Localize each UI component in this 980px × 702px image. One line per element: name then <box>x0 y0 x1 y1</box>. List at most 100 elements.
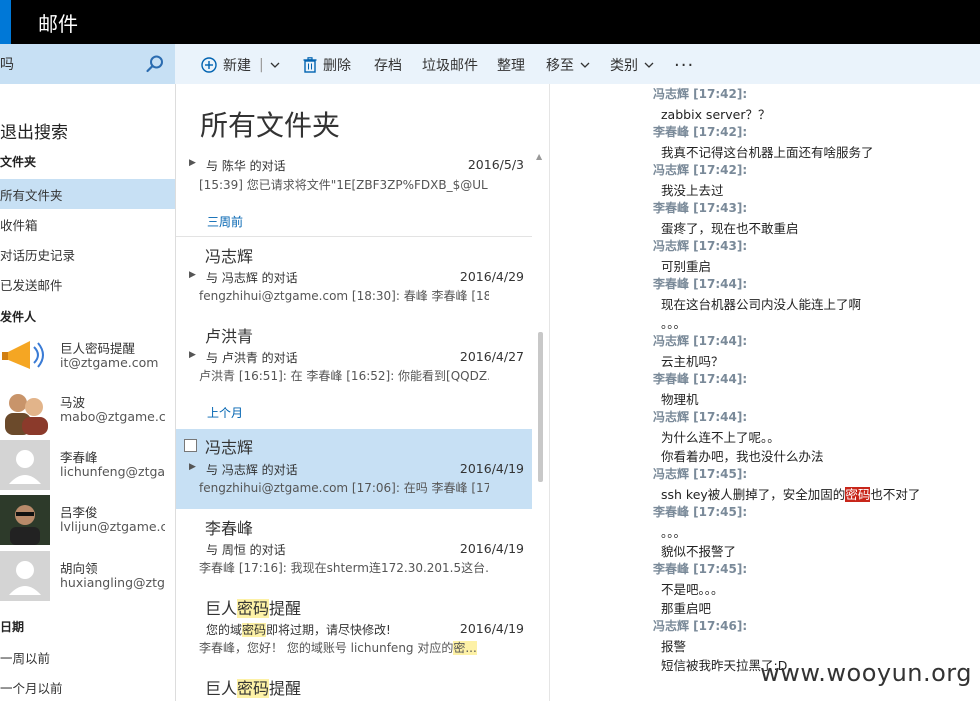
message-sender: 冯志辉 <box>205 438 254 457</box>
message-sender: 冯志辉 <box>205 247 254 266</box>
more-actions-button[interactable]: ... <box>674 50 694 71</box>
chat-message: ssh key被人删掉了，安全加固的密码也不对了 <box>661 487 921 502</box>
chat-message: 我真不记得这台机器上面还有啥服务了 <box>661 145 874 160</box>
message-date: 2016/5/3 <box>467 157 524 172</box>
chat-speaker: 冯志辉 [17:43]: <box>653 239 748 253</box>
chevron-down-icon <box>580 62 590 68</box>
sender-filter-item[interactable]: 李春峰 lichunfeng@ztgame.com <box>0 439 175 491</box>
new-dropdown-divider: | <box>259 57 264 73</box>
folders-header: 文件夹 <box>0 155 37 169</box>
chat-speaker: 冯志辉 [17:46]: <box>653 619 748 633</box>
sender-filter-item[interactable]: 吕李俊 lvlijun@ztgame.com <box>0 494 175 546</box>
list-item[interactable]: ▶ 与 陈华 的对话 2016/5/3 [15:39] 您已请求将文件"1E[Z… <box>176 152 532 202</box>
folder-all[interactable]: 所有文件夹 <box>0 179 175 209</box>
message-date: 2016/4/19 <box>459 461 524 476</box>
exit-search-link[interactable]: 退出搜索 <box>0 118 68 143</box>
sender-email: mabo@ztgame.com <box>60 409 165 424</box>
conversation-label: 与 卢洪青 的对话 <box>206 351 298 365</box>
people-avatar <box>0 385 50 435</box>
chat-speaker: 冯志辉 [17:45]: <box>653 467 748 481</box>
chat-speaker: 李春峰 [17:42]: <box>653 125 748 139</box>
message-preview: 卢洪青 [16:51]: 在 李春峰 [16:52]: 你能看到[QQDZ... <box>199 369 489 383</box>
category-button-label: 类别 <box>610 58 638 74</box>
sender-email: lvlijun@ztgame.com <box>60 519 165 534</box>
default-user-avatar <box>0 551 50 601</box>
chat-message: 那重启吧 <box>661 601 712 616</box>
app-title: 邮件 <box>38 12 78 36</box>
list-title: 所有文件夹 <box>200 109 341 142</box>
chat-message: 貌似不报警了 <box>661 544 737 559</box>
sender-filter-item[interactable]: 巨人密码提醒 it@ztgame.com <box>0 330 175 382</box>
list-item[interactable]: 巨人密码提醒 <box>176 669 532 701</box>
message-sender: 李春峰 <box>205 519 254 538</box>
sender-filter-item[interactable]: 马波 mabo@ztgame.com <box>0 384 175 436</box>
junk-button[interactable]: 垃圾邮件 <box>422 55 478 75</box>
chat-message: zabbix server？？ <box>661 107 771 122</box>
list-item[interactable]: 卢洪青 ▶ 与 卢洪青 的对话 2016/4/27 卢洪青 [16:51]: 在… <box>176 317 532 397</box>
search-highlight: 密码 <box>237 679 270 698</box>
search-icon[interactable] <box>145 54 165 74</box>
message-sender: 卢洪青 <box>205 327 254 346</box>
message-sender: 巨人密码提醒 <box>205 679 302 698</box>
folder-conversation-history[interactable]: 对话历史记录 <box>0 239 175 269</box>
chevron-down-icon[interactable] <box>270 62 280 68</box>
expand-arrow-icon[interactable]: ▶ <box>189 270 196 280</box>
search-input[interactable]: 吗 <box>0 54 14 74</box>
conversation-label: 与 陈华 的对话 <box>206 159 286 173</box>
list-item-selected[interactable]: 冯志辉 ▶ 与 冯志辉 的对话 2016/4/19 fengzhihui@ztg… <box>176 429 532 509</box>
message-preview: 李春峰 [17:16]: 我现在shterm连172.30.201.5这台... <box>199 561 489 575</box>
group-header: 三周前 <box>207 215 244 229</box>
sweep-button[interactable]: 整理 <box>497 55 525 75</box>
list-item[interactable]: 冯志辉 ▶ 与 冯志辉 的对话 2016/4/29 fengzhihui@ztg… <box>176 237 532 317</box>
folder-inbox[interactable]: 收件箱 <box>0 209 175 239</box>
date-filter-month[interactable]: 一个月以前 <box>0 672 175 702</box>
chat-message: 。。。 <box>661 316 687 331</box>
list-item[interactable]: 巨人密码提醒 您的域密码即将过期，请尽快修改! 2016/4/19 李春峰，您好… <box>176 589 532 669</box>
search-box[interactable]: 吗 <box>0 44 175 84</box>
chat-message: 为什么连不上了呢。。 <box>661 430 780 445</box>
scroll-up-icon[interactable]: ▲ <box>536 152 542 161</box>
default-user-avatar <box>0 440 50 490</box>
senders-header: 发件人 <box>0 310 37 324</box>
search-highlight: 密码 <box>242 623 267 637</box>
archive-button[interactable]: 存档 <box>374 55 402 75</box>
expand-arrow-icon[interactable]: ▶ <box>189 158 196 168</box>
select-checkbox[interactable] <box>184 439 197 452</box>
app-accent-strip <box>0 0 11 44</box>
plus-circle-icon <box>201 57 217 73</box>
scrollbar-thumb[interactable] <box>538 332 543 482</box>
chat-message: 。。。 <box>661 525 687 540</box>
expand-arrow-icon[interactable]: ▶ <box>189 350 196 360</box>
chat-message: 你看着办吧，我也没什么办法 <box>661 449 824 464</box>
move-to-button[interactable]: 移至 <box>546 55 596 75</box>
expand-arrow-icon[interactable]: ▶ <box>189 462 196 472</box>
search-highlight: 密... <box>453 641 477 655</box>
more-icon: ... <box>674 50 695 71</box>
chat-speaker: 冯志辉 [17:42]: <box>653 87 748 101</box>
folder-sent[interactable]: 已发送邮件 <box>0 269 175 299</box>
move-to-button-label: 移至 <box>546 58 574 74</box>
reading-pane: 冯志辉 [17:42]: zabbix server？？ 李春峰 [17:42]: 我… <box>550 84 980 701</box>
category-button[interactable]: 类别 <box>610 55 660 75</box>
app-header: 邮件 <box>0 0 980 44</box>
new-button[interactable]: 新建 | <box>201 55 286 75</box>
delete-button[interactable]: 删除 <box>303 55 351 75</box>
message-sender: 巨人密码提醒 <box>205 599 302 618</box>
command-toolbar: 新建 | 删除 存档 垃圾邮件 整理 移至 类别 ... <box>175 44 980 84</box>
chat-message: 不是吧。。。 <box>661 582 724 597</box>
search-highlight: 密码 <box>845 487 871 502</box>
sender-email: it@ztgame.com <box>60 355 159 370</box>
archive-button-label: 存档 <box>374 58 402 74</box>
list-item[interactable]: 李春峰 与 周恒 的对话 2016/4/19 李春峰 [17:16]: 我现在s… <box>176 509 532 589</box>
new-button-label: 新建 <box>223 58 251 74</box>
search-highlight: 密码 <box>237 599 270 618</box>
message-preview: 李春峰，您好！ 您的域账号 lichunfeng 对应的密... <box>199 641 477 655</box>
chat-message: 可别重启 <box>661 259 712 274</box>
chevron-down-icon <box>644 62 654 68</box>
chat-speaker: 冯志辉 [17:44]: <box>653 334 748 348</box>
chat-speaker: 李春峰 [17:45]: <box>653 505 748 519</box>
sender-filter-item[interactable]: 胡向领 huxiangling@ztgame.com <box>0 550 175 602</box>
megaphone-avatar <box>0 331 50 381</box>
photo-avatar <box>0 495 50 545</box>
date-filter-week[interactable]: 一周以前 <box>0 642 175 672</box>
